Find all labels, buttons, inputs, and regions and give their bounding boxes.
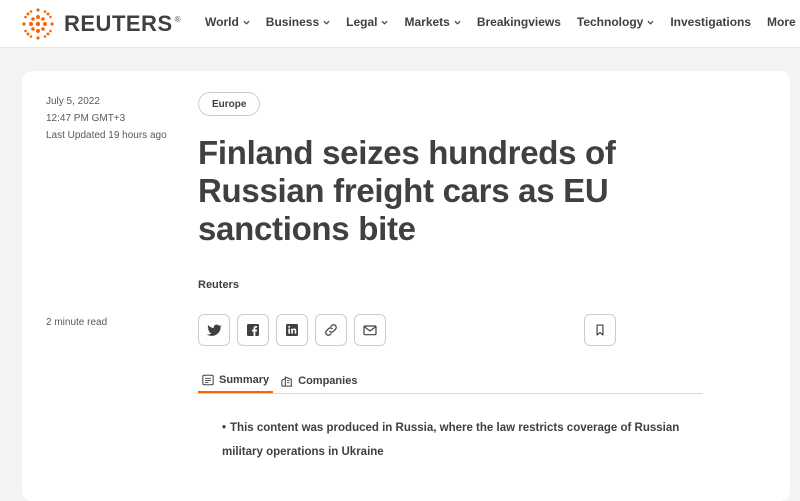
summary-icon: [202, 374, 214, 386]
tab-label: Summary: [219, 374, 269, 386]
nav-item-world[interactable]: World: [205, 15, 250, 29]
nav-item-label: Technology: [577, 15, 643, 29]
article-headline: Finland seizes hundreds of Russian freig…: [198, 134, 678, 248]
byline[interactable]: Reuters: [198, 279, 239, 291]
tab-companies[interactable]: Companies: [277, 368, 361, 393]
nav-item-label: Investigations: [670, 15, 751, 29]
section-tag-europe[interactable]: Europe: [198, 92, 260, 116]
article-card: July 5, 2022 12:47 PM GMT+3 Last Updated…: [22, 71, 790, 501]
chevron-down-icon: [454, 19, 461, 26]
summary-list: •This content was produced in Russia, wh…: [222, 416, 702, 464]
nav-item-investigations[interactable]: Investigations: [670, 15, 751, 29]
bullet-icon: •: [222, 422, 226, 434]
site-header: REUTERS ® World Business Legal Markets B…: [0, 0, 800, 48]
chevron-down-icon: [381, 19, 388, 26]
share-facebook-button[interactable]: [237, 314, 269, 346]
nav-item-label: Breakingviews: [477, 15, 561, 29]
linkedin-icon: [284, 322, 300, 338]
bookmark-button[interactable]: [584, 314, 616, 346]
reuters-logo-icon: [20, 6, 56, 42]
chevron-down-icon: [323, 19, 330, 26]
last-updated: Last Updated 19 hours ago: [46, 127, 167, 144]
nav-item-label: More: [767, 15, 796, 29]
chevron-down-icon: [243, 19, 250, 26]
nav-item-breakingviews[interactable]: Breakingviews: [477, 15, 561, 29]
summary-item: •This content was produced in Russia, wh…: [222, 416, 702, 464]
nav-item-label: Business: [266, 15, 319, 29]
main-nav: World Business Legal Markets Breakingvie…: [205, 15, 800, 29]
nav-item-label: Markets: [404, 15, 449, 29]
share-bar: [198, 314, 386, 346]
publish-date: July 5, 2022: [46, 93, 167, 110]
nav-item-legal[interactable]: Legal: [346, 15, 388, 29]
link-icon: [323, 322, 339, 338]
logo-registered-mark: ®: [175, 15, 181, 24]
share-twitter-button[interactable]: [198, 314, 230, 346]
facebook-icon: [245, 322, 261, 338]
read-time: 2 minute read: [46, 317, 107, 328]
nav-item-markets[interactable]: Markets: [404, 15, 460, 29]
email-icon: [362, 322, 378, 338]
logo-text: REUTERS: [64, 11, 173, 37]
tab-summary[interactable]: Summary: [198, 368, 273, 393]
article-meta: July 5, 2022 12:47 PM GMT+3 Last Updated…: [46, 93, 167, 144]
share-email-button[interactable]: [354, 314, 386, 346]
chevron-down-icon: [647, 19, 654, 26]
nav-item-technology[interactable]: Technology: [577, 15, 654, 29]
nav-item-business[interactable]: Business: [266, 15, 330, 29]
tab-label: Companies: [298, 375, 357, 387]
reuters-logo[interactable]: REUTERS ®: [20, 6, 181, 42]
bookmark-icon: [593, 323, 607, 337]
copy-link-button[interactable]: [315, 314, 347, 346]
share-linkedin-button[interactable]: [276, 314, 308, 346]
twitter-icon: [206, 322, 222, 338]
summary-item-text: This content was produced in Russia, whe…: [222, 422, 679, 458]
nav-item-label: Legal: [346, 15, 377, 29]
companies-icon: [281, 375, 293, 387]
nav-item-more[interactable]: More: [767, 15, 800, 29]
article-tabs: Summary Companies: [198, 368, 703, 394]
publish-time: 12:47 PM GMT+3: [46, 110, 167, 127]
nav-item-label: World: [205, 15, 239, 29]
